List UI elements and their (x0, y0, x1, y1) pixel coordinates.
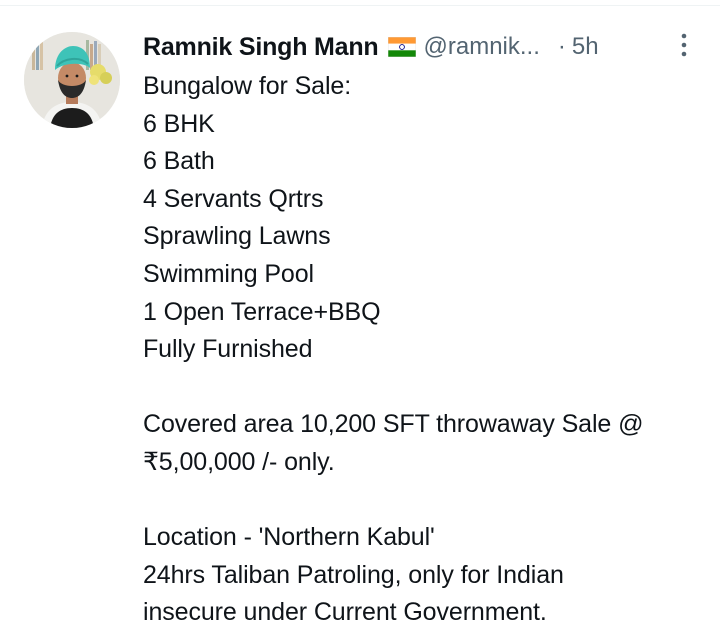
top-divider (0, 5, 720, 6)
tweet-line: 4 Servants Qrtrs (143, 184, 324, 213)
tweet-line: insecure under Current Government. (143, 598, 547, 627)
tweet-header: Ramnik Singh Mann @ramnik... · 5h (143, 30, 703, 64)
paragraph-break (143, 482, 703, 520)
paragraph-break (143, 369, 703, 407)
author-avatar[interactable] (24, 32, 120, 128)
tweet-line: Swimming Pool (143, 259, 314, 288)
tweet-line: 1 Open Terrace+BBQ (143, 297, 381, 326)
tweet-line: Bungalow for Sale: (143, 72, 352, 100)
tweet-text: Bungalow for Sale: 6 BHK 6 Bath 4 Servan… (143, 68, 703, 632)
tweet-line: 6 Bath (143, 147, 215, 176)
tweet-time[interactable]: 5h (572, 33, 599, 61)
author-handle[interactable]: @ramnik... (424, 33, 540, 61)
more-vertical-icon[interactable] (674, 30, 694, 60)
tweet-line: ₹5,00,000 /- only. (143, 447, 335, 476)
tweet-line: Fully Furnished (143, 335, 313, 364)
separator-dot: · (557, 33, 566, 60)
india-flag-icon (387, 37, 416, 57)
tweet-line: 6 BHK (143, 109, 215, 138)
tweet-line: 24hrs Taliban Patroling, only for Indian (143, 560, 564, 589)
author-name[interactable]: Ramnik Singh Mann (143, 33, 379, 62)
tweet-line: Location - 'Northern Kabul' (143, 523, 435, 552)
tweet-line: Sprawling Lawns (143, 222, 331, 251)
tweet-line: Covered area 10,200 SFT throwaway Sale @ (143, 410, 644, 439)
